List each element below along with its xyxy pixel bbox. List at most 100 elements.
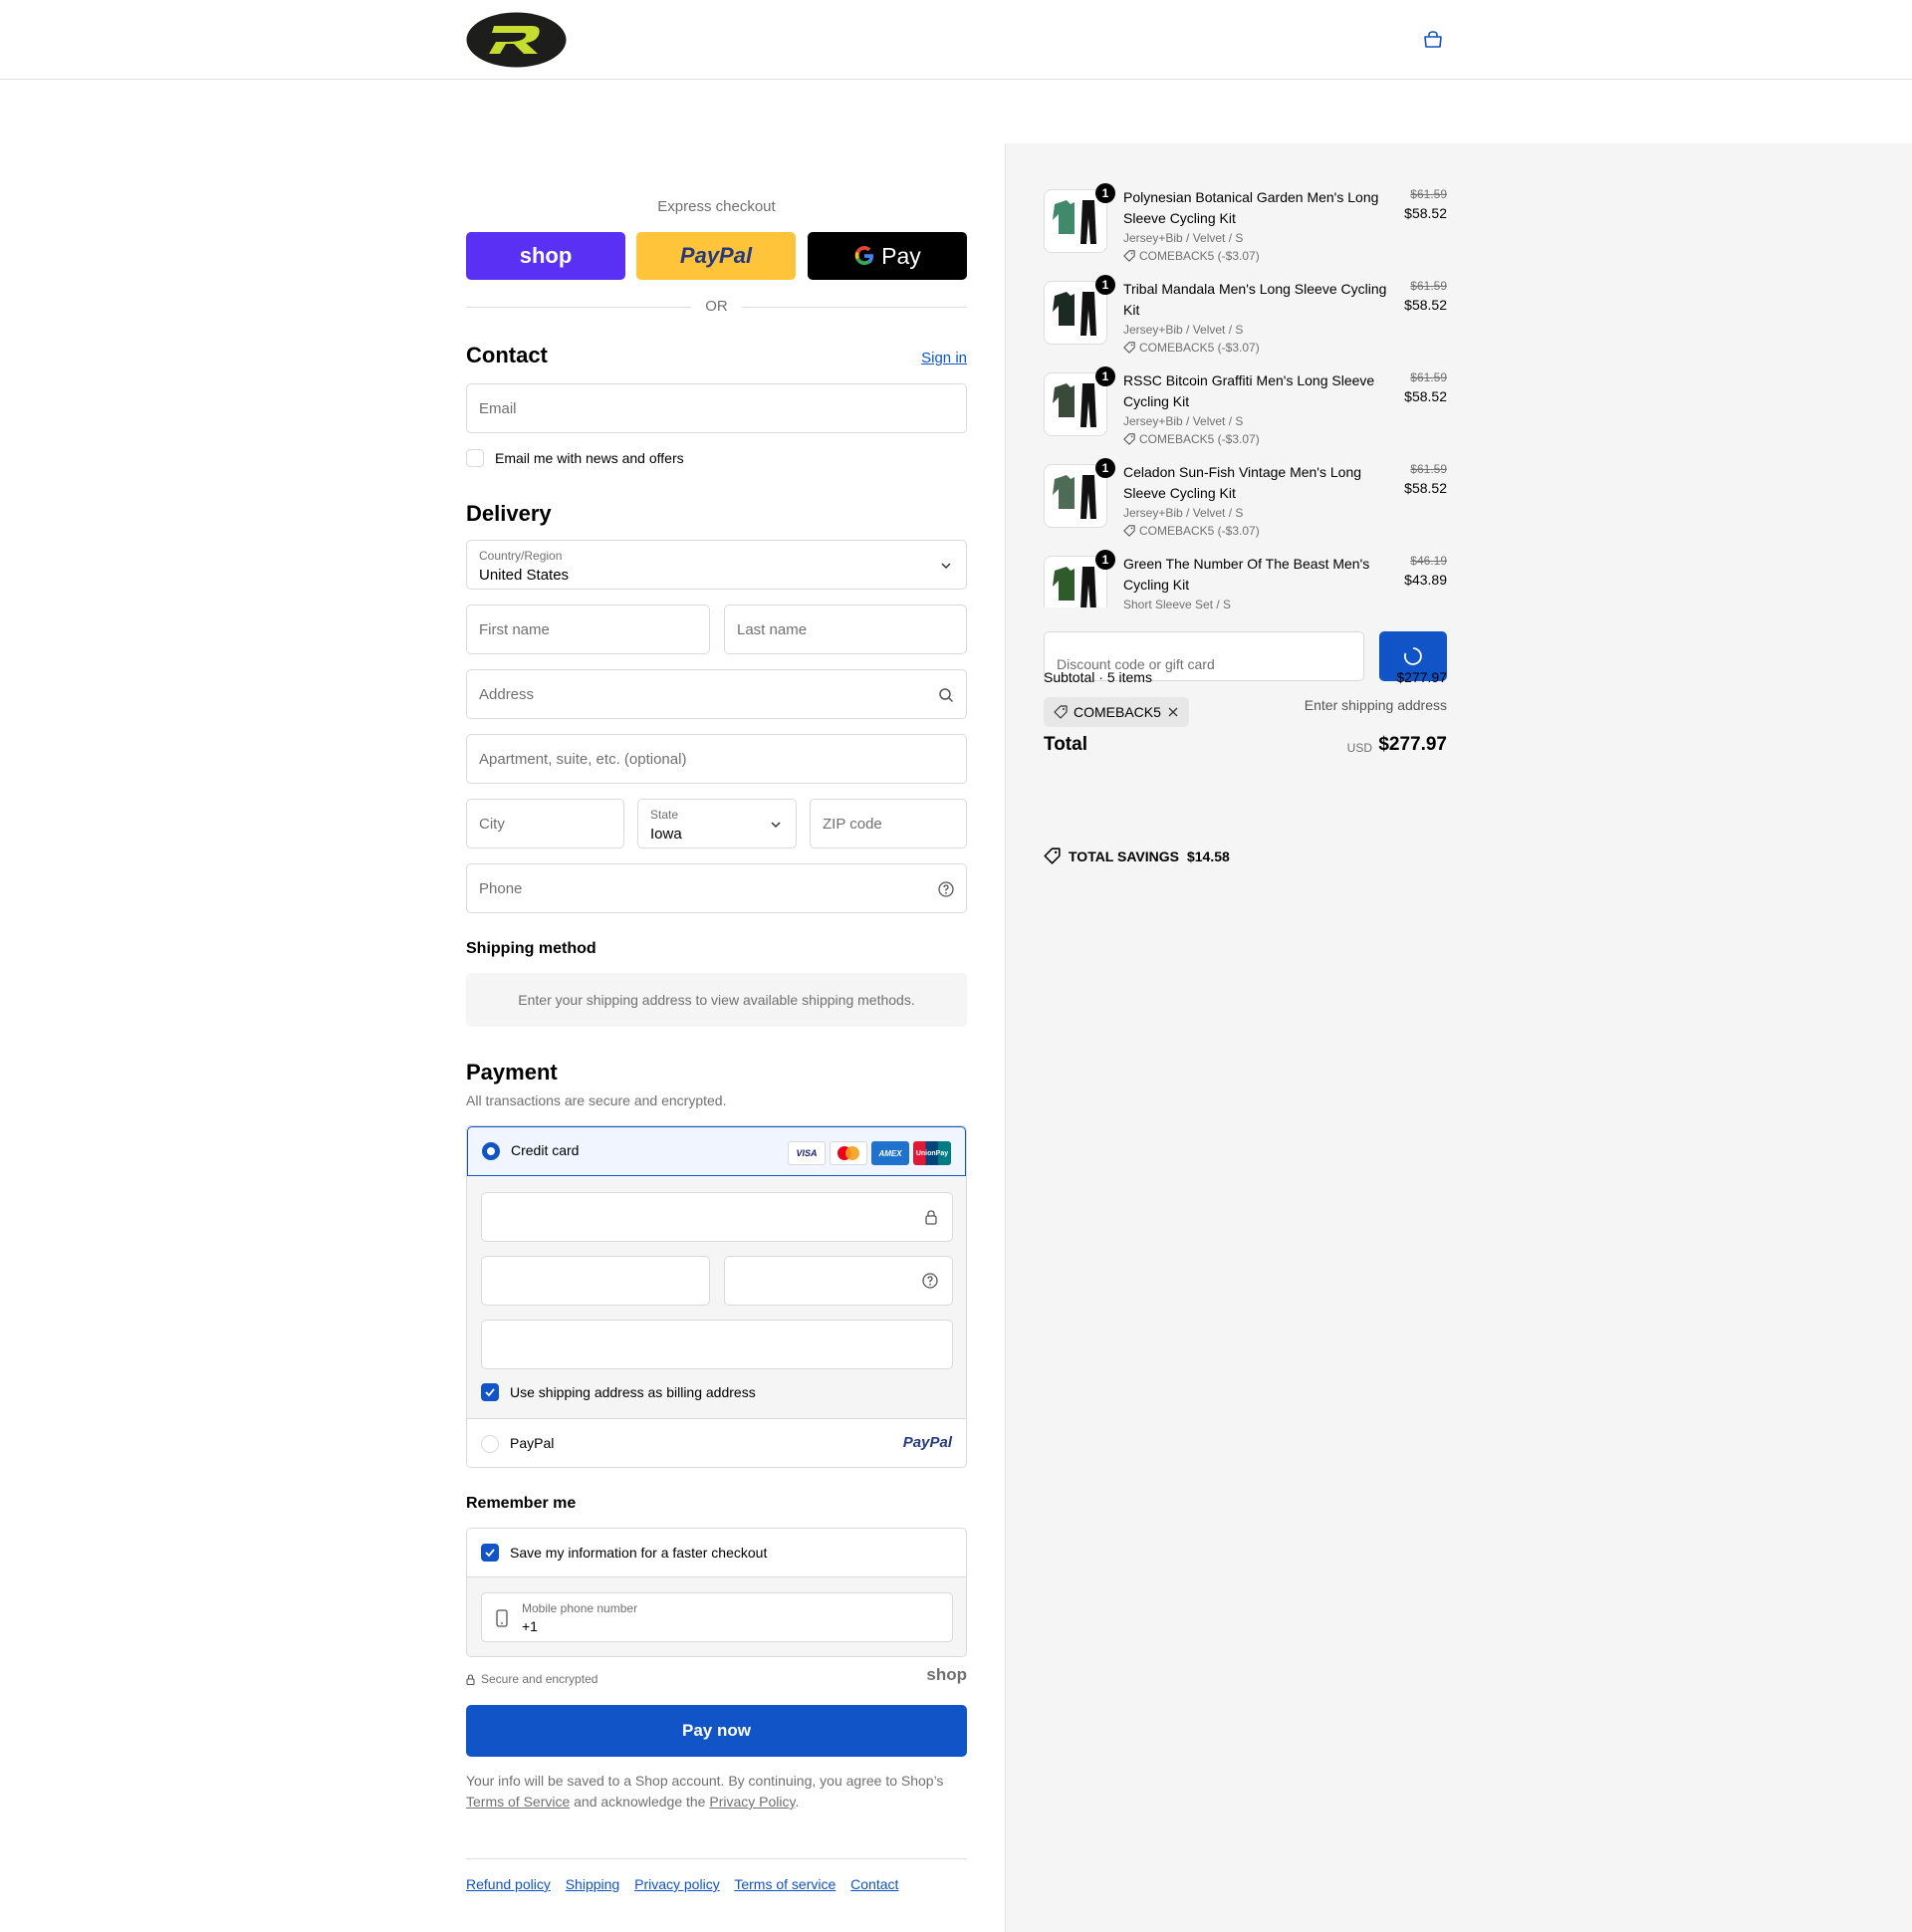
apartment-field[interactable]: Apartment, suite, etc. (optional) — [466, 734, 967, 784]
paypal-logo: PayPal — [679, 243, 753, 268]
product-variant: Jersey+Bib / Velvet / S — [1123, 231, 1244, 245]
expiration-field[interactable] — [481, 1256, 710, 1306]
discounted-price: $58.52 — [1404, 205, 1447, 221]
original-price: $61.59 — [1410, 279, 1447, 293]
search-icon — [939, 688, 954, 703]
terms-of-service-link[interactable]: Terms of Service — [466, 1794, 570, 1810]
footer-links: Refund policy Shipping Privacy policy Te… — [466, 1858, 967, 1892]
google-pay-button[interactable]: Pay — [808, 232, 967, 280]
phone-placeholder: Phone — [479, 880, 523, 897]
amex-icon: AMEX — [871, 1141, 909, 1165]
last-name-field[interactable]: Last name — [724, 604, 967, 654]
checkmark-icon — [485, 1549, 495, 1558]
country-label: Country/Region — [479, 549, 563, 563]
lock-icon — [925, 1210, 937, 1225]
name-on-card-field[interactable] — [481, 1320, 953, 1369]
store-logo[interactable] — [466, 12, 567, 68]
state-select[interactable]: State Iowa — [637, 799, 797, 848]
legal-text-part: and acknowledge the — [574, 1794, 706, 1810]
credit-card-label: Credit card — [511, 1142, 580, 1158]
email-field[interactable]: Email — [466, 383, 967, 433]
line-item: 1 Tribal Mandala Men's Long Sleeve Cyclin… — [1044, 275, 1447, 359]
paypal-radio[interactable] — [481, 1435, 499, 1453]
mobile-phone-icon — [496, 1609, 508, 1627]
mobile-phone-label: Mobile phone number — [522, 1601, 638, 1615]
card-number-field[interactable] — [481, 1192, 953, 1242]
visa-icon: VISA — [788, 1141, 826, 1165]
city-field[interactable]: City — [466, 799, 624, 848]
address-placeholder: Address — [479, 686, 535, 703]
payment-subtitle: All transactions are secure and encrypte… — [466, 1092, 727, 1108]
total-savings: TOTAL SAVINGS $14.58 — [1044, 847, 1230, 864]
shipping-hint: Enter shipping address — [1304, 697, 1447, 713]
first-name-placeholder: First name — [479, 621, 550, 638]
help-icon[interactable] — [922, 1273, 938, 1289]
checkmark-icon — [485, 1388, 495, 1397]
first-name-field[interactable]: First name — [466, 604, 710, 654]
paypal-express-button[interactable]: PayPal — [636, 232, 796, 280]
quantity-badge: 1 — [1095, 550, 1115, 570]
shopping-bag-icon[interactable] — [1422, 30, 1444, 50]
billing-address-checkbox[interactable] — [481, 1383, 499, 1401]
item-discount: COMEBACK5 (-$3.07) — [1123, 524, 1260, 538]
help-icon[interactable] — [938, 881, 954, 897]
zip-field[interactable]: ZIP code — [810, 799, 967, 848]
mastercard-icon — [830, 1141, 867, 1165]
product-name: Green The Number Of The Beast Men's Cycl… — [1123, 556, 1370, 593]
newsletter-checkbox[interactable] — [466, 449, 484, 467]
phone-field[interactable]: Phone — [466, 863, 967, 913]
address-field[interactable]: Address — [466, 669, 967, 719]
product-variant: Jersey+Bib / Velvet / S — [1123, 323, 1244, 337]
chevron-down-icon — [941, 563, 951, 570]
delivery-heading: Delivery — [466, 501, 552, 526]
sign-in-link[interactable]: Sign in — [921, 350, 967, 366]
zip-placeholder: ZIP code — [823, 816, 882, 833]
google-g-icon — [854, 246, 874, 265]
security-code-field[interactable] — [724, 1256, 953, 1306]
credit-card-option[interactable]: Credit card VISA AMEX UnionPay — [467, 1126, 966, 1176]
pay-now-button[interactable]: Pay now — [466, 1705, 967, 1757]
unionpay-icon: UnionPay — [913, 1141, 951, 1165]
terms-of-service-footer-link[interactable]: Terms of service — [734, 1876, 836, 1892]
newsletter-label: Email me with news and offers — [495, 450, 684, 466]
privacy-policy-link[interactable]: Privacy Policy — [709, 1794, 795, 1810]
refund-policy-link[interactable]: Refund policy — [466, 1876, 551, 1892]
line-item: 1 RSSC Bitcoin Graffiti Men's Long Sleeve… — [1044, 366, 1447, 450]
email-placeholder: Email — [479, 400, 517, 417]
item-discount: COMEBACK5 (-$3.07) — [1123, 249, 1260, 263]
mobile-phone-field[interactable]: Mobile phone number +1 — [481, 1592, 953, 1642]
save-info-label: Save my information for a faster checkou… — [510, 1545, 768, 1561]
state-value: Iowa — [650, 826, 682, 843]
shipping-policy-link[interactable]: Shipping — [566, 1876, 620, 1892]
item-discount: COMEBACK5 (-$3.07) — [1123, 432, 1260, 446]
credit-card-radio[interactable] — [482, 1142, 500, 1160]
original-price: $61.59 — [1410, 187, 1447, 201]
shop-pay-logo: shop — [519, 243, 573, 268]
contact-link[interactable]: Contact — [850, 1876, 898, 1892]
total-label: Total — [1044, 734, 1087, 755]
subtotal-label: Subtotal · 5 items — [1044, 669, 1152, 685]
remove-discount-icon[interactable] — [1167, 706, 1179, 718]
original-price: $46.19 — [1410, 554, 1447, 568]
last-name-placeholder: Last name — [737, 621, 808, 638]
lock-icon — [466, 1674, 475, 1685]
country-select[interactable]: Country/Region United States — [466, 540, 967, 590]
discounted-price: $58.52 — [1404, 480, 1447, 496]
shop-pay-button[interactable]: shop — [466, 232, 625, 280]
save-info-row[interactable]: Save my information for a faster checkou… — [467, 1529, 966, 1577]
product-variant: Jersey+Bib / Velvet / S — [1123, 414, 1244, 428]
or-divider: OR — [466, 297, 967, 317]
original-price: $61.59 — [1410, 462, 1447, 476]
privacy-policy-footer-link[interactable]: Privacy policy — [634, 1876, 720, 1892]
paypal-option[interactable]: PayPal PayPal — [467, 1418, 966, 1467]
chevron-down-icon — [771, 822, 781, 829]
legal-text-part: Your info will be saved to a Shop accoun… — [466, 1773, 944, 1789]
paypal-option-label: PayPal — [510, 1435, 555, 1451]
discounted-price: $43.89 — [1404, 572, 1447, 588]
save-info-checkbox[interactable] — [481, 1544, 499, 1562]
item-discount-text: COMEBACK5 (-$3.07) — [1139, 432, 1260, 446]
shipping-method-heading: Shipping method — [466, 940, 597, 957]
shipping-notice-text: Enter your shipping address to view avai… — [518, 992, 915, 1008]
loading-spinner-icon — [1404, 647, 1422, 665]
line-item: 1 Celadon Sun-Fish Vintage Men's Long Sle… — [1044, 458, 1447, 542]
